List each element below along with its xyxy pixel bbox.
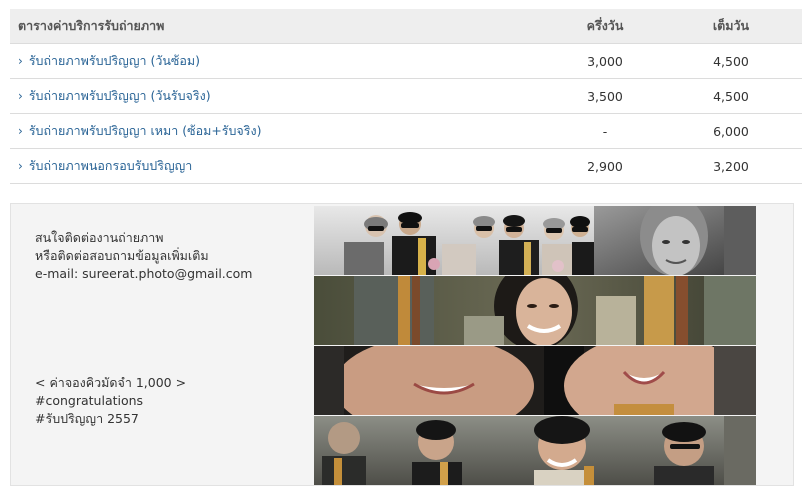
contact-email[interactable]: e-mail: sureerat.photo@gmail.com — [35, 265, 252, 283]
hashtag-congratulations: #congratulations — [35, 393, 144, 408]
photo-strip-1 — [314, 206, 756, 275]
contact-line-1: สนใจติดต่องานถ่ายภาพ — [35, 230, 164, 245]
header-full-day: เต็มวัน — [660, 9, 802, 44]
contact-info: สนใจติดต่องานถ่ายภาพ หรือติดต่อสอบถามข้อ… — [35, 229, 252, 283]
service-link[interactable]: › รับถ่ายภาพนอกรอบรับปริญญา — [18, 158, 192, 173]
table-row: › รับถ่ายภาพนอกรอบรับปริญญา 2,900 3,200 — [10, 148, 802, 184]
photo-strip-4 — [314, 416, 756, 485]
service-name: รับถ่ายภาพรับปริญญา เหมา (ซ้อม+รับจริง) — [28, 123, 262, 138]
chevron-right-icon: › — [18, 124, 23, 138]
service-name: รับถ่ายภาพนอกรอบรับปริญญา — [28, 158, 193, 173]
service-cell: › รับถ่ายภาพรับปริญญา (วันซ้อม) — [10, 43, 550, 79]
service-link[interactable]: › รับถ่ายภาพรับปริญญา เหมา (ซ้อม+รับจริง) — [18, 123, 261, 138]
full-day-price: 3,200 — [660, 148, 802, 184]
graduate-smile-photo — [314, 276, 756, 345]
price-table: ตารางค่าบริการรับถ่ายภาพ ครึ่งวัน เต็มวั… — [10, 9, 802, 184]
photo-strip-3 — [314, 346, 756, 415]
closeup-smiles-photo — [314, 346, 756, 415]
service-cell: › รับถ่ายภาพรับปริญญา เหมา (ซ้อม+รับจริง) — [10, 113, 550, 149]
deposit-note: < ค่าจองคิวมัดจำ 1,000 > — [35, 375, 187, 390]
photo-collage — [314, 206, 756, 485]
table-header-row: ตารางค่าบริการรับถ่ายภาพ ครึ่งวัน เต็มวั… — [10, 9, 802, 44]
chevron-right-icon: › — [18, 89, 23, 103]
graduates-group-photo — [314, 416, 756, 485]
service-cell: › รับถ่ายภาพนอกรอบรับปริญญา — [10, 148, 550, 184]
service-link[interactable]: › รับถ่ายภาพรับปริญญา (วันซ้อม) — [18, 53, 200, 68]
half-day-price: - — [550, 113, 660, 149]
table-row: › รับถ่ายภาพรับปริญญา (วันซ้อม) 3,000 4,5… — [10, 43, 802, 79]
half-day-price: 3,000 — [550, 43, 660, 79]
chevron-right-icon: › — [18, 159, 23, 173]
service-name: รับถ่ายภาพรับปริญญา (วันรับจริง) — [28, 88, 211, 103]
header-half-day: ครึ่งวัน — [550, 9, 660, 44]
half-day-price: 2,900 — [550, 148, 660, 184]
service-cell: › รับถ่ายภาพรับปริญญา (วันรับจริง) — [10, 78, 550, 114]
chevron-right-icon: › — [18, 54, 23, 68]
page: ตารางค่าบริการรับถ่ายภาพ ครึ่งวัน เต็มวั… — [0, 0, 805, 503]
contact-line-2: หรือติดต่อสอบถามข้อมูลเพิ่มเติม — [35, 248, 209, 263]
hashtag-graduation: #รับปริญญา 2557 — [35, 411, 139, 426]
table-row: › รับถ่ายภาพรับปริญญา (วันรับจริง) 3,500 … — [10, 78, 802, 114]
contact-panel: สนใจติดต่องานถ่ายภาพ หรือติดต่อสอบถามข้อ… — [10, 203, 794, 486]
group-photo — [314, 206, 756, 275]
full-day-price: 4,500 — [660, 78, 802, 114]
full-day-price: 6,000 — [660, 113, 802, 149]
service-name: รับถ่ายภาพรับปริญญา (วันซ้อม) — [28, 53, 201, 68]
half-day-price: 3,500 — [550, 78, 660, 114]
header-service-name: ตารางค่าบริการรับถ่ายภาพ — [10, 9, 550, 44]
photo-strip-2 — [314, 276, 756, 345]
promo-info: < ค่าจองคิวมัดจำ 1,000 > #congratulation… — [35, 374, 186, 428]
table-row: › รับถ่ายภาพรับปริญญา เหมา (ซ้อม+รับจริง)… — [10, 113, 802, 149]
full-day-price: 4,500 — [660, 43, 802, 79]
service-link[interactable]: › รับถ่ายภาพรับปริญญา (วันรับจริง) — [18, 88, 211, 103]
